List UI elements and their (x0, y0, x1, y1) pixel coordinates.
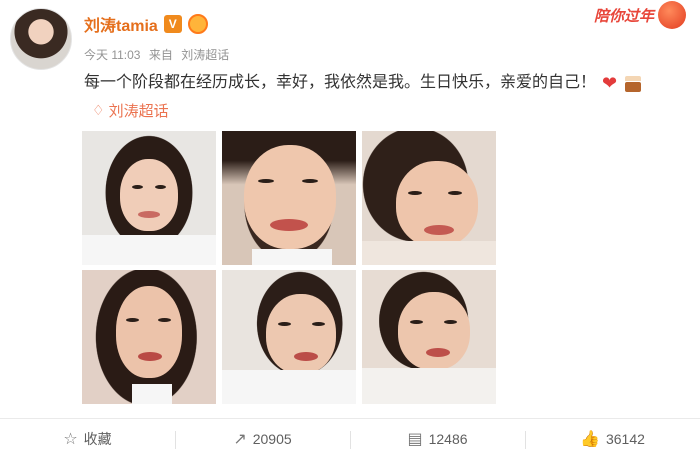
photo-4[interactable] (82, 270, 216, 404)
topic-link[interactable]: ♢ 刘涛超话 (92, 100, 169, 121)
like-button[interactable]: 👍 36142 (525, 429, 700, 449)
photo-1[interactable] (82, 131, 216, 265)
avatar[interactable] (10, 8, 72, 70)
post-time[interactable]: 今天 11:03 (84, 48, 140, 62)
favorite-button[interactable]: ☆ 收藏 (0, 429, 175, 449)
favorite-label: 收藏 (83, 431, 112, 447)
thumbs-up-icon: 👍 (580, 431, 600, 448)
newyear-text: 陪你过年 (593, 7, 654, 25)
newyear-badge[interactable]: 陪你过年 (556, 0, 686, 30)
author-row: 刘涛tamia V (84, 12, 208, 36)
post-meta: 今天 11:03 来自 刘涛超话 (84, 46, 229, 63)
medal-icon (187, 14, 208, 34)
verified-icon: V (163, 15, 182, 33)
comment-count: 12486 (428, 431, 468, 447)
lantern-icon (658, 1, 686, 29)
post-via: 来自 (148, 48, 173, 62)
star-icon: ☆ (63, 431, 78, 448)
post-source[interactable]: 刘涛超话 (181, 48, 229, 62)
photo-3[interactable] (362, 131, 496, 265)
cake-icon (623, 74, 643, 92)
username[interactable]: 刘涛tamia (84, 12, 158, 36)
like-count: 36142 (605, 431, 645, 447)
topic-label: 刘涛超话 (108, 103, 169, 120)
repost-count: 20905 (252, 431, 292, 447)
photo-2[interactable] (222, 131, 356, 265)
action-bar: ☆ 收藏 ↗ 20905 ▤ 12486 👍 36142 (0, 418, 700, 459)
post-text: 每一个阶段都在经历成长，幸好，我依然是我。生日快乐，亲爱的自己！ (84, 74, 597, 91)
heart-icon: ❤ (602, 73, 618, 93)
repost-button[interactable]: ↗ 20905 (175, 429, 350, 449)
photo-grid (82, 131, 496, 404)
comment-icon: ▤ (407, 431, 423, 448)
post-body: 每一个阶段都在经历成长，幸好，我依然是我。生日快乐，亲爱的自己！ ❤ (84, 72, 643, 94)
photo-5[interactable] (222, 270, 356, 404)
repost-icon: ↗ (233, 431, 247, 448)
supertopic-icon: ♢ (92, 102, 105, 118)
comment-button[interactable]: ▤ 12486 (350, 429, 525, 449)
photo-6[interactable] (362, 270, 496, 404)
